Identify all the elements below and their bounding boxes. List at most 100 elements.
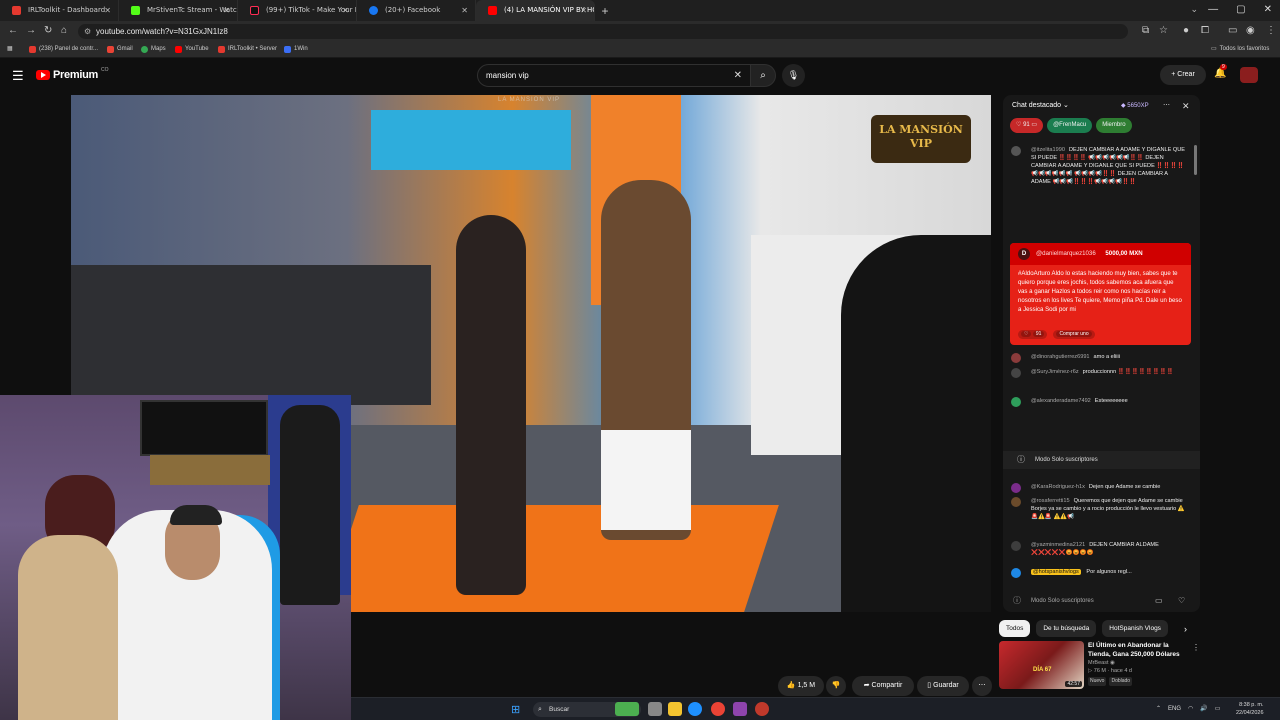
volume-icon[interactable]: 🔊 [1200, 698, 1207, 720]
task-view-icon[interactable] [648, 702, 662, 716]
chat-mode-dropdown[interactable]: Chat destacado ⌄ [1012, 102, 1069, 109]
bookmark-star-icon[interactable]: ☆ [1159, 25, 1168, 37]
browser-tab[interactable]: MrStivenTc Stream - Watch Live✕ [119, 0, 238, 21]
chat-author[interactable]: @rosaferretti15 [1031, 498, 1070, 504]
bookmark-item[interactable]: 1Win [284, 42, 308, 57]
file-explorer-icon[interactable] [668, 702, 682, 716]
close-tab-icon[interactable]: ✕ [104, 0, 111, 21]
ticker-chip[interactable]: Miembro [1096, 118, 1132, 133]
app-icon[interactable] [755, 702, 769, 716]
recommended-video-info[interactable]: El Último en Abandonar la Tienda, Gana 2… [1088, 642, 1188, 686]
avatar [1011, 368, 1021, 378]
profile-avatar-icon[interactable]: ◉ [1246, 25, 1255, 37]
chat-author[interactable]: @yazminmedina2121 [1031, 542, 1085, 548]
back-icon[interactable]: ← [8, 25, 18, 37]
close-window-icon[interactable]: ✕ [1264, 0, 1272, 20]
youtube-logo[interactable]: Premium CO [36, 67, 108, 81]
menu-icon[interactable]: ☰ [12, 68, 24, 84]
ticker-chip-label: @FrenMacu [1053, 122, 1087, 128]
edge-icon[interactable] [688, 702, 702, 716]
address-bar[interactable]: ⚙ youtube.com/watch?v=N31GxJN1Iz8 [78, 24, 1128, 39]
home-icon[interactable]: ⌂ [61, 25, 67, 37]
chat-author[interactable]: @hotspanishvlogs [1031, 569, 1081, 575]
wifi-icon[interactable]: ◠ [1188, 698, 1193, 720]
close-tab-icon[interactable]: ✕ [461, 0, 468, 21]
chat-more-icon[interactable]: ⋯ [1163, 95, 1170, 117]
battery-icon[interactable]: ▭ [1215, 698, 1221, 720]
tab-search-icon[interactable]: ⌄ [1190, 4, 1198, 15]
new-tab-button[interactable]: + [595, 1, 615, 21]
ticker-chip[interactable]: ♡ 91 ▭ [1010, 118, 1044, 133]
dislike-button[interactable]: 👎 [826, 676, 846, 696]
bookmark-item[interactable]: (238) Panel de contr... [29, 42, 98, 57]
heart-icon[interactable]: ♡ [1178, 590, 1185, 612]
live-chat-panel: Chat destacado ⌄ ◆ 5650XP ⋯ ✕ ♡ 91 ▭ @Fr… [1003, 95, 1200, 612]
chat-author[interactable]: @alexanderadame7492 [1031, 398, 1091, 404]
like-button[interactable]: 👍 1,5 M [778, 676, 824, 696]
apps-icon[interactable]: ▦ [7, 42, 13, 57]
chat-author[interactable]: @dinorahgutierrez6991 [1031, 354, 1090, 360]
sidebar-icon[interactable]: ▭ [1228, 25, 1237, 37]
search-button[interactable]: ⌕ [750, 64, 776, 87]
extensions-puzzle-icon[interactable]: ⧠ [1201, 25, 1209, 37]
filter-chip-all[interactable]: Todos [999, 620, 1031, 637]
all-bookmarks[interactable]: ▭ Todos los favoritos [1211, 42, 1269, 57]
language-indicator[interactable]: ENG [1168, 698, 1181, 720]
extension-icon[interactable]: ● [1183, 25, 1189, 37]
chevron-right-icon[interactable]: › [1184, 624, 1187, 634]
money-icon[interactable]: ▭ [1155, 590, 1163, 612]
channel-name[interactable]: MrBeast [1088, 660, 1108, 666]
buy-button[interactable]: Comprar uno [1053, 330, 1095, 339]
bookmark-item[interactable]: Gmail [107, 42, 133, 57]
clear-search-icon[interactable]: ✕ [734, 65, 742, 86]
notifications-button[interactable]: 🔔 9 [1214, 64, 1227, 79]
widget-icon[interactable] [615, 702, 639, 716]
super-chat: D @danielmarquez1036 5000,00 MXN #AldoAr… [1010, 243, 1191, 345]
create-button[interactable]: + Crear [1160, 65, 1206, 85]
recommended-thumbnail[interactable]: DÍA 67 42:57 [999, 641, 1084, 689]
chat-author[interactable]: @SuryJiménez-r6z [1031, 369, 1079, 375]
ticker-chip[interactable]: @FrenMacu [1047, 118, 1093, 133]
recommended-title[interactable]: El Último en Abandonar la Tienda, Gana 2… [1088, 642, 1188, 659]
buy-label: Comprar uno [1056, 331, 1092, 337]
site-info-icon[interactable]: ⚙ [84, 24, 91, 39]
upload-age: hace 4 d [1110, 668, 1132, 674]
browser-menu-icon[interactable]: ⋮ [1266, 25, 1276, 37]
bookmark-item[interactable]: YouTube [175, 42, 209, 57]
browser-tab[interactable]: (20+) Facebook ✕ [357, 0, 476, 21]
account-avatar[interactable] [1240, 67, 1258, 83]
bookmark-item[interactable]: Maps [141, 42, 166, 57]
search-input[interactable]: mansion vip ✕ [477, 64, 751, 87]
browser-tab[interactable]: (99+) TikTok - Make Your Day✕ [238, 0, 357, 21]
more-icon[interactable]: ⋮ [1192, 643, 1200, 652]
filter-chip-search[interactable]: De tu búsqueda [1036, 620, 1097, 637]
chevron-up-icon[interactable]: ⌃ [1156, 698, 1161, 720]
super-chat-author[interactable]: @danielmarquez1036 [1036, 250, 1096, 257]
input-mode-label: Modo Solo suscriptores [1031, 598, 1094, 604]
forward-icon[interactable]: → [26, 25, 36, 37]
chrome-icon[interactable] [711, 702, 725, 716]
share-button[interactable]: ➦ Compartir [852, 676, 914, 696]
chat-author[interactable]: @KaraRodriguez-h1x [1031, 484, 1085, 490]
chat-author[interactable]: @itzelita1990 [1031, 147, 1065, 153]
more-actions-button[interactable]: ⋯ [972, 676, 992, 696]
maximize-icon[interactable]: ▢ [1236, 0, 1245, 20]
voice-search-button[interactable]: 🎙 [782, 64, 805, 87]
browser-tab[interactable]: IRLToolkit - Dashboard ✕ [0, 0, 119, 21]
clock[interactable]: 8:38 p. m. 22/04/2026 [1236, 701, 1264, 717]
filter-chip-channel[interactable]: HotSpanish Vlogs [1102, 620, 1168, 637]
minimize-icon[interactable]: — [1208, 0, 1218, 20]
close-tab-icon[interactable]: ✕ [580, 0, 587, 21]
app-icon[interactable] [733, 702, 747, 716]
install-icon[interactable]: ⧉ [1142, 25, 1149, 37]
close-tab-icon[interactable]: ✕ [342, 0, 349, 21]
reload-icon[interactable]: ↻ [44, 25, 52, 37]
chat-text: Dejen que Adame se cambie [1088, 484, 1161, 490]
super-chat-like[interactable]: ♡ 91 [1018, 330, 1048, 339]
close-tab-icon[interactable]: ✕ [223, 0, 230, 21]
chat-close-icon[interactable]: ✕ [1182, 95, 1190, 117]
bookmark-item[interactable]: IRLToolkit • Server [218, 42, 277, 57]
browser-tab-active[interactable]: (4) LA MANSIÓN VIP BY HOTSPANISH✕ [476, 0, 595, 21]
windows-start-icon[interactable]: ⊞ [511, 703, 520, 716]
save-button[interactable]: ▯ Guardar [917, 676, 969, 696]
